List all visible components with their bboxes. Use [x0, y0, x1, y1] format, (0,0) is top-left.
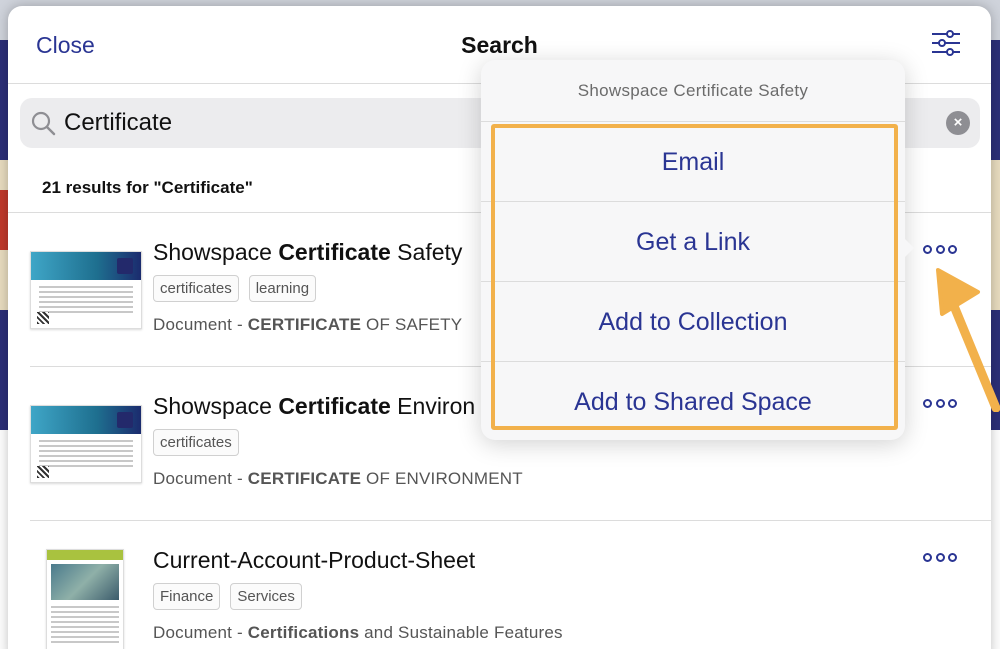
action-popover: Showspace Certificate Safety Email Get a… [481, 60, 905, 440]
get-link-menu-item[interactable]: Get a Link [481, 202, 905, 282]
tag[interactable]: certificates [153, 275, 239, 302]
email-menu-item[interactable]: Email [481, 122, 905, 202]
tag-list: certificates learning [153, 275, 317, 302]
add-to-shared-space-menu-item[interactable]: Add to Shared Space [481, 362, 905, 442]
tag[interactable]: certificates [153, 429, 239, 456]
document-thumbnail [30, 251, 142, 329]
document-thumbnail [30, 405, 142, 483]
result-title: Showspace Certificate Environ [153, 393, 476, 419]
result-subtitle: Document - CERTIFICATE OF SAFETY [153, 315, 463, 334]
magnifier-icon [31, 111, 56, 136]
result-title: Current-Account-Product-Sheet [153, 547, 476, 573]
result-title: Showspace Certificate Safety [153, 239, 463, 265]
clear-circle-icon[interactable]: × [946, 111, 970, 135]
add-to-collection-menu-item[interactable]: Add to Collection [481, 282, 905, 362]
tag[interactable]: Finance [153, 583, 221, 610]
results-count: 21 results for "Certificate" [42, 178, 253, 197]
tag-list: certificates [153, 429, 239, 456]
popover-title: Showspace Certificate Safety [481, 60, 905, 122]
ellipsis-icon[interactable] [923, 551, 957, 563]
document-thumbnail [46, 549, 124, 649]
page-title: Search [461, 32, 538, 58]
result-subtitle: Document - Certifications and Sustainabl… [153, 623, 563, 642]
tag-list: Finance Services [153, 583, 302, 610]
tag[interactable]: Services [230, 583, 302, 610]
result-subtitle: Document - CERTIFICATE OF ENVIRONMENT [153, 469, 523, 488]
sliders-icon[interactable] [931, 28, 961, 58]
annotation-arrow-icon [936, 268, 1000, 412]
popover-arrow [898, 232, 914, 264]
tag[interactable]: learning [248, 275, 317, 302]
ellipsis-icon[interactable] [923, 243, 957, 255]
list-item[interactable]: Current-Account-Product-Sheet Finance Se… [8, 521, 991, 649]
